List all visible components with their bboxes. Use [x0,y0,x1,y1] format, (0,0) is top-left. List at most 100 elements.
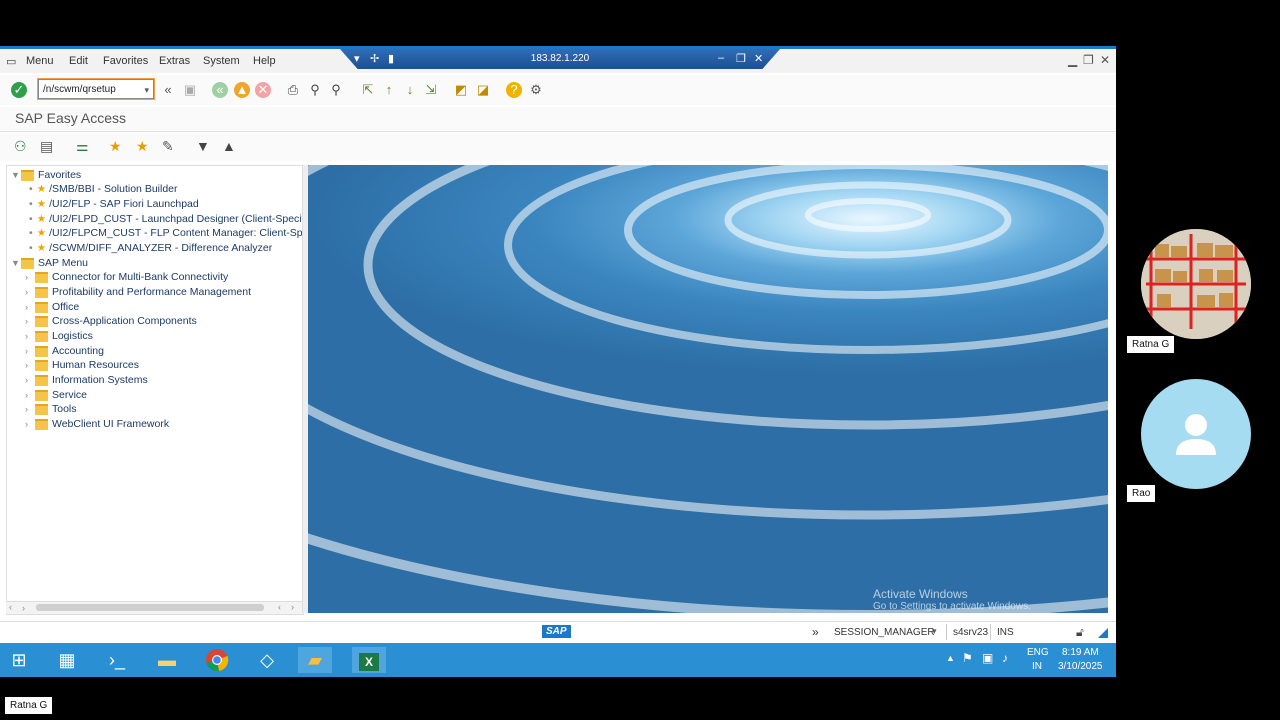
chevron-down-icon[interactable]: ▾ [932,626,937,637]
tray-expand-icon[interactable]: ▲ [946,653,955,663]
sap-menu-item[interactable]: › WebClient UI Framework [25,418,169,432]
locale-indicator[interactable]: IN [1032,661,1042,672]
find-icon[interactable]: ⚲ [307,82,323,98]
menu-item-help[interactable]: Help [253,55,276,67]
chevron-right-icon[interactable]: › [25,390,35,400]
scroll-left-icon[interactable]: ‹ [9,602,12,612]
save-icon[interactable]: ▣ [182,82,198,98]
sap-menu-item[interactable]: › Connector for Multi-Bank Connectivity [25,271,228,285]
clock-time[interactable]: 8:19 AM [1062,647,1099,658]
find-next-icon[interactable]: ⚲ [328,82,344,98]
back-icon[interactable]: « [212,82,228,98]
window-close-icon[interactable]: ✕ [1100,53,1110,67]
delete-favorite-icon[interactable]: ★ [136,138,149,155]
favorite-item[interactable]: • ★/SMB/BBI - Solution Builder [29,183,178,197]
clock-date[interactable]: 3/10/2025 [1058,661,1103,672]
chevron-right-icon[interactable]: › [25,419,35,429]
sap-menu-item[interactable]: › Service [25,389,87,403]
last-page-icon[interactable]: ⇲ [423,82,439,98]
sap-gui-taskbar-icon[interactable]: ▰ [298,647,332,673]
favorite-item[interactable]: • ★/SCWM/DIFF_ANALYZER - Difference Analy… [29,242,272,256]
print-icon[interactable]: ⎙ [285,82,301,98]
command-field[interactable]: /n/scwm/qrsetup ▾ [38,79,154,99]
new-session-icon[interactable]: ◩ [453,82,469,98]
chevron-down-icon[interactable]: ▼ [11,258,21,268]
create-shortcut-icon[interactable]: ◪ [475,82,491,98]
menu-item-edit[interactable]: Edit [69,55,88,67]
session-manager-label[interactable]: SESSION_MANAGER [834,627,935,638]
minimize-icon[interactable]: – [718,52,724,64]
favorite-item[interactable]: • ★/UI2/FLPD_CUST - Launchpad Designer (C… [29,213,303,227]
menu-item-extras[interactable]: Extras [159,55,190,67]
scroll-right-icon[interactable]: › [291,602,294,612]
resize-grip-icon[interactable] [1098,628,1108,638]
sap-menu-item[interactable]: › Logistics [25,330,93,344]
windows-start-icon[interactable]: ⊞ [2,647,36,673]
tree-node-favorites[interactable]: ▼ Favorites [11,169,81,183]
sap-menu-icon[interactable]: ▤ [40,138,53,155]
chevron-right-icon[interactable]: › [25,331,35,341]
tray-flag-icon[interactable]: ⚑ [962,651,973,665]
menu-item-favorites[interactable]: Favorites [103,55,148,67]
tree-node-sap-menu[interactable]: ▼ SAP Menu [11,257,88,271]
chevron-right-icon[interactable]: › [25,404,35,414]
chevron-right-icon[interactable]: › [25,375,35,385]
sap-menu-item[interactable]: › Accounting [25,345,104,359]
user-menu-icon[interactable]: ⚇ [14,138,27,155]
window-minimize-icon[interactable]: ▁ [1068,53,1077,67]
restore-icon[interactable]: ❐ [736,52,746,65]
add-favorite-icon[interactable]: ★ [109,138,122,155]
scroll-left-icon[interactable]: ‹ [278,602,281,612]
scroll-thumb[interactable] [36,604,264,611]
sap-logon-icon[interactable]: ◇ [250,647,284,673]
favorite-item[interactable]: • ★/UI2/FLPCM_CUST - FLP Content Manager:… [29,227,303,241]
other-menu-icon[interactable]: ⚌ [76,138,89,155]
server-manager-icon[interactable]: ▦ [50,647,84,673]
participant-video-ratna[interactable] [1141,229,1251,339]
sap-menu-item[interactable]: › Information Systems [25,374,148,388]
move-down-icon[interactable]: ▼ [196,138,210,154]
chevron-right-icon[interactable]: › [25,360,35,370]
sap-menu-item[interactable]: › Cross-Application Components [25,315,197,329]
system-menu-icon[interactable]: ▭ [6,55,16,68]
file-explorer-icon[interactable]: ▬ [150,647,184,673]
move-up-icon[interactable]: ▲ [222,138,236,154]
tray-volume-icon[interactable]: ♪ [1002,651,1008,665]
settings-gear-icon[interactable]: ⚙ [528,82,544,98]
sap-menu-item[interactable]: › Profitability and Performance Managemen… [25,286,251,300]
close-icon[interactable]: ✕ [754,52,763,65]
edit-pencil-icon[interactable]: ✎ [162,138,174,155]
expand-status-icon[interactable]: » [812,625,819,639]
favorite-item[interactable]: • ★/UI2/FLP - SAP Fiori Launchpad [29,198,199,212]
chrome-icon[interactable] [200,647,234,673]
input-mode[interactable]: INS [997,627,1014,638]
chevron-right-icon[interactable]: › [25,346,35,356]
window-restore-icon[interactable]: ❐ [1083,53,1094,67]
participant-avatar-rao[interactable] [1141,379,1251,489]
tray-network-icon[interactable]: ▣ [982,651,993,665]
chevron-right-icon[interactable]: › [25,287,35,297]
exit-icon[interactable]: ▲ [234,82,250,98]
scroll-right-icon[interactable]: › [22,603,25,613]
powershell-icon[interactable]: ›_ [100,647,134,673]
sap-menu-item[interactable]: › Tools [25,403,77,417]
next-page-icon[interactable]: ↓ [402,82,418,98]
language-indicator[interactable]: ENG [1027,647,1049,658]
chevron-right-icon[interactable]: › [25,316,35,326]
sap-menu-item[interactable]: › Human Resources [25,359,139,373]
chevron-down-icon[interactable]: ▾ [144,80,149,100]
chevron-right-icon[interactable]: › [25,302,35,312]
menu-item-menu[interactable]: Menu [26,55,54,67]
chevron-right-icon[interactable]: › [25,272,35,282]
enter-check-icon[interactable]: ✓ [11,82,27,98]
help-icon[interactable]: ? [506,82,522,98]
menu-item-system[interactable]: System [203,55,240,67]
excel-icon[interactable]: X [352,647,386,673]
tree-horizontal-scrollbar[interactable]: ‹ › ‹ › [6,601,302,614]
unlock-icon[interactable]: 🔓︎ [1076,625,1084,640]
sap-menu-item[interactable]: › Office [25,301,79,315]
previous-page-icon[interactable]: ↑ [381,82,397,98]
double-left-icon[interactable]: « [160,82,176,98]
first-page-icon[interactable]: ⇱ [360,82,376,98]
chevron-down-icon[interactable]: ▼ [11,170,21,180]
